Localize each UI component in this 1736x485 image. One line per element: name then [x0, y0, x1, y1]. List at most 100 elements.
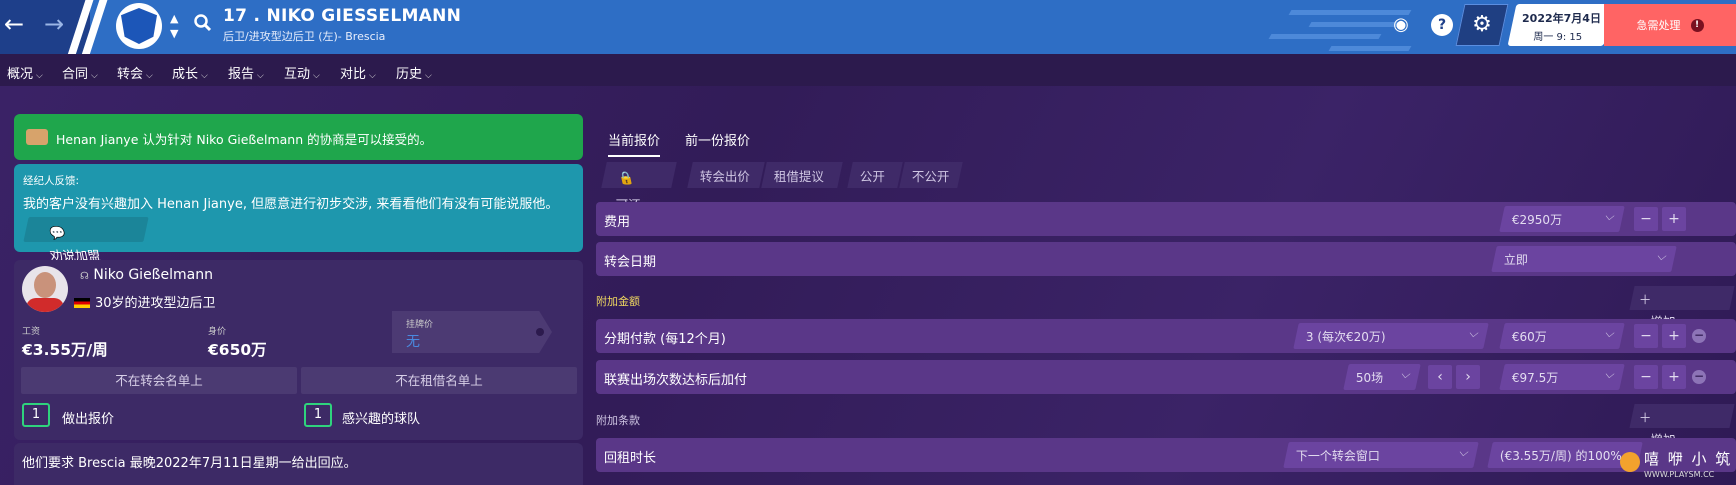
fee-label: 费用 [604, 215, 631, 230]
club-crest[interactable] [116, 3, 162, 49]
chevron-down-icon: ⌵ [313, 71, 320, 81]
appearances-select[interactable]: 50场 ⌵ [1343, 364, 1421, 390]
decor-stripe [1328, 46, 1412, 51]
add-clause-button[interactable]: ＋ 增加 ⌵ [1629, 404, 1735, 469]
interested-count[interactable]: 1 [304, 403, 332, 427]
loan-offer-label: 租借提议 [773, 169, 824, 184]
public-toggle[interactable]: 公开 [847, 162, 903, 188]
loan-back-label: 回租时长 [604, 451, 657, 466]
loan-back-select[interactable]: 下一个转会窗口 ⌵ [1283, 442, 1479, 468]
speech-bubble-icon: 💬 [48, 225, 68, 240]
player-avatar[interactable] [22, 266, 68, 312]
fee-decrease-button[interactable]: − [1634, 207, 1658, 231]
public-label: 公开 [859, 169, 885, 184]
appearances-increase-button[interactable]: + [1662, 365, 1686, 389]
asking-price-box[interactable]: 挂牌价 无 [392, 311, 552, 353]
tab-current-offer[interactable]: 当前报价 [608, 130, 661, 157]
top-bar: ← → ▲ ▼ 17 . NIKO GIESSELMANN 后卫/进攻型边后卫 … [0, 0, 1736, 54]
persuade-button[interactable]: 💬 劝说加盟 ⌵ [23, 217, 149, 283]
private-label: 不公开 [911, 169, 950, 184]
loan-offer-toggle[interactable]: 租借提议 [761, 162, 843, 188]
menu-label: 转会 [117, 67, 144, 82]
asking-price-label: 挂牌价 [406, 320, 434, 330]
transfer-offer-toggle[interactable]: 转会出价 [687, 162, 765, 188]
help-icon[interactable]: ? [1431, 14, 1453, 36]
add-ons-title: 附加金额 [596, 295, 640, 308]
chevron-down-icon: ⌵ [425, 71, 432, 81]
agent-feedback-panel: 经纪人反馈: 我的客户没有兴趣加入 Henan Jianye, 但愿意进行初步交… [14, 164, 583, 283]
loan-list-button[interactable]: 不在租借名单上 [301, 367, 577, 394]
urgent-label: 急需处理 [1636, 19, 1681, 32]
chevron-down-icon[interactable]: ▼ [170, 27, 178, 40]
add-bonus-button[interactable]: ＋ 增加 ⌵ [1629, 286, 1735, 351]
clauses-title: 附加条款 [596, 414, 640, 427]
appearances-decrease-button[interactable]: − [1634, 365, 1658, 389]
value-label: 身价 [208, 327, 227, 337]
installments-value: 3 (每次€20万) [1305, 330, 1386, 344]
menu-label: 报告 [228, 67, 255, 82]
installments-increase-button[interactable]: + [1662, 324, 1686, 348]
loan-back-value: 下一个转会窗口 [1295, 449, 1380, 463]
avatar-face [34, 272, 56, 298]
offers-count[interactable]: 1 [22, 403, 50, 427]
menu-history[interactable]: 历史 ⌵ [396, 63, 432, 82]
player-name[interactable]: ☊ Niko Gießelmann [80, 267, 213, 283]
search-icon[interactable] [194, 14, 212, 36]
reply-deadline-text: 他们要求 Brescia 最晚2022年7月11日星期一给出回应。 [22, 456, 357, 471]
player-name-text: Niko Gießelmann [93, 267, 213, 283]
wage-label: 工资 [22, 327, 41, 337]
fee-select[interactable]: €2950万 ⌵ [1499, 206, 1625, 232]
date-display[interactable]: 2022年7月4日 周一 9: 15 [1507, 4, 1613, 46]
forward-arrow-icon[interactable]: → [44, 10, 64, 38]
alert-icon: ! [1690, 18, 1704, 32]
chevron-up-icon[interactable]: ▲ [170, 12, 178, 25]
menu-development[interactable]: 成长 ⌵ [172, 63, 208, 82]
transfer-list-button[interactable]: 不在转会名单上 [21, 367, 297, 394]
menu-overview[interactable]: 概况 ⌵ [7, 63, 43, 82]
decor-stripe [1308, 22, 1402, 27]
back-arrow-icon[interactable]: ← [4, 10, 24, 38]
chevron-down-icon: ⌵ [91, 71, 98, 81]
menu-compare[interactable]: 对比 ⌵ [340, 63, 376, 82]
chevron-right-icon[interactable]: › [1456, 365, 1480, 389]
menu-label: 历史 [396, 67, 423, 82]
agent-feedback-title: 经纪人反馈: [23, 175, 80, 187]
installments-amount-select[interactable]: €60万 ⌵ [1499, 323, 1625, 349]
loan-back-row: 回租时长 下一个转会窗口 ⌵ (€3.55万/周) 的100% [596, 438, 1736, 472]
settings-button[interactable]: ⚙ [1455, 4, 1509, 46]
offers-label[interactable]: 做出报价 [62, 408, 114, 427]
globe-icon[interactable]: ◉ [1390, 14, 1412, 36]
date-text: 2022年7月4日 [1522, 12, 1601, 25]
agent-feedback-text: 我的客户没有兴趣加入 Henan Jianye, 但愿意进行初步交涉, 来看看他… [23, 197, 559, 212]
urgent-button[interactable]: 急需处理 ! [1604, 4, 1736, 46]
appearances-amount-select[interactable]: €97.5万 ⌵ [1499, 364, 1625, 390]
interested-label[interactable]: 感兴趣的球队 [342, 408, 420, 427]
crest-shield-icon [121, 8, 157, 44]
menu-contract[interactable]: 合同 ⌵ [62, 63, 98, 82]
negotiable-toggle[interactable]: 🔒 可还价 [601, 162, 677, 231]
watermark-text: 嘻 咿 小 筑 [1644, 450, 1733, 468]
remove-installments-icon[interactable]: − [1692, 329, 1706, 343]
lock-icon: 🔒 [616, 170, 636, 185]
installments-select[interactable]: 3 (每次€20万) ⌵ [1293, 323, 1489, 349]
fee-increase-button[interactable]: + [1662, 207, 1686, 231]
tab-previous-offer[interactable]: 前一份报价 [685, 130, 750, 149]
installments-decrease-button[interactable]: − [1634, 324, 1658, 348]
page-title: 17 . NIKO GIESSELMANN [223, 6, 462, 26]
chevron-down-icon: ⌵ [369, 71, 376, 81]
private-toggle[interactable]: 不公开 [899, 162, 963, 188]
menu-label: 对比 [340, 67, 367, 82]
watermark-url: WWW.PLAYSM.CC [1644, 470, 1715, 479]
menu-reports[interactable]: 报告 ⌵ [228, 63, 264, 82]
menu-bar: 概况⌵ 合同⌵ 转会⌵ 成长⌵ 报告⌵ 互动⌵ 对比⌵ 历史⌵ 1 [0, 54, 1736, 130]
remove-appearances-icon[interactable]: − [1692, 370, 1706, 384]
menu-label: 成长 [172, 67, 199, 82]
transfer-date-value: 立即 [1503, 253, 1528, 267]
appearances-label: 联赛出场次数达标后加付 [604, 373, 748, 388]
transfer-date-row: 转会日期 立即 ⌵ [596, 242, 1736, 276]
menu-label: 互动 [284, 67, 311, 82]
transfer-date-select[interactable]: 立即 ⌵ [1491, 246, 1677, 272]
menu-interaction[interactable]: 互动 ⌵ [284, 63, 320, 82]
page-subtitle: 后卫/进攻型边后卫 (左)- Brescia [223, 30, 386, 43]
chevron-left-icon[interactable]: ‹ [1428, 365, 1452, 389]
